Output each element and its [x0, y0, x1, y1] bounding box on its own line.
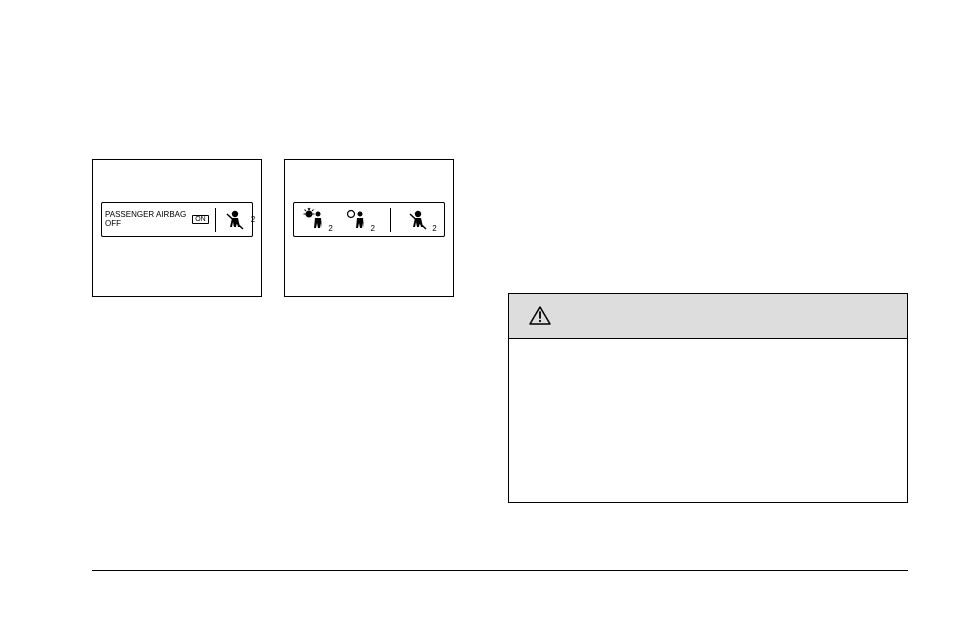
- on-indicator: ON: [192, 215, 209, 224]
- airbag-on-indicator: 2: [301, 207, 332, 233]
- caution-box: [508, 293, 908, 503]
- airbag-off-icon: [343, 207, 369, 233]
- warning-triangle-icon: [529, 306, 551, 326]
- indicator-panel-1: PASSENGER AIRBAG OFF ON 2: [101, 202, 253, 237]
- figure-passenger-airbag-panel: PASSENGER AIRBAG OFF ON 2: [92, 159, 262, 297]
- airbag-off-indicator: 2: [343, 207, 374, 233]
- seatbelt-count-2: 2: [432, 224, 436, 233]
- seatbelt-count: 2: [251, 215, 255, 224]
- panel-divider: [215, 208, 216, 232]
- seatbelt-indicator-2: 2: [405, 207, 436, 233]
- page-footer-rule: [92, 570, 908, 571]
- figure-airbag-indicator-panel: 2 2 2: [284, 159, 454, 297]
- seatbelt-icon: [222, 207, 248, 233]
- icon-count-2: 2: [370, 224, 374, 233]
- airbag-on-icon: [301, 207, 327, 233]
- panel-text-line2: OFF: [105, 220, 186, 229]
- indicator-panel-2: 2 2 2: [293, 202, 445, 237]
- icon-count-1: 2: [328, 224, 332, 233]
- panel-divider: [390, 208, 391, 232]
- panel-text: PASSENGER AIRBAG OFF: [105, 211, 186, 229]
- seatbelt-icon: [405, 207, 431, 233]
- caution-header: [509, 294, 907, 339]
